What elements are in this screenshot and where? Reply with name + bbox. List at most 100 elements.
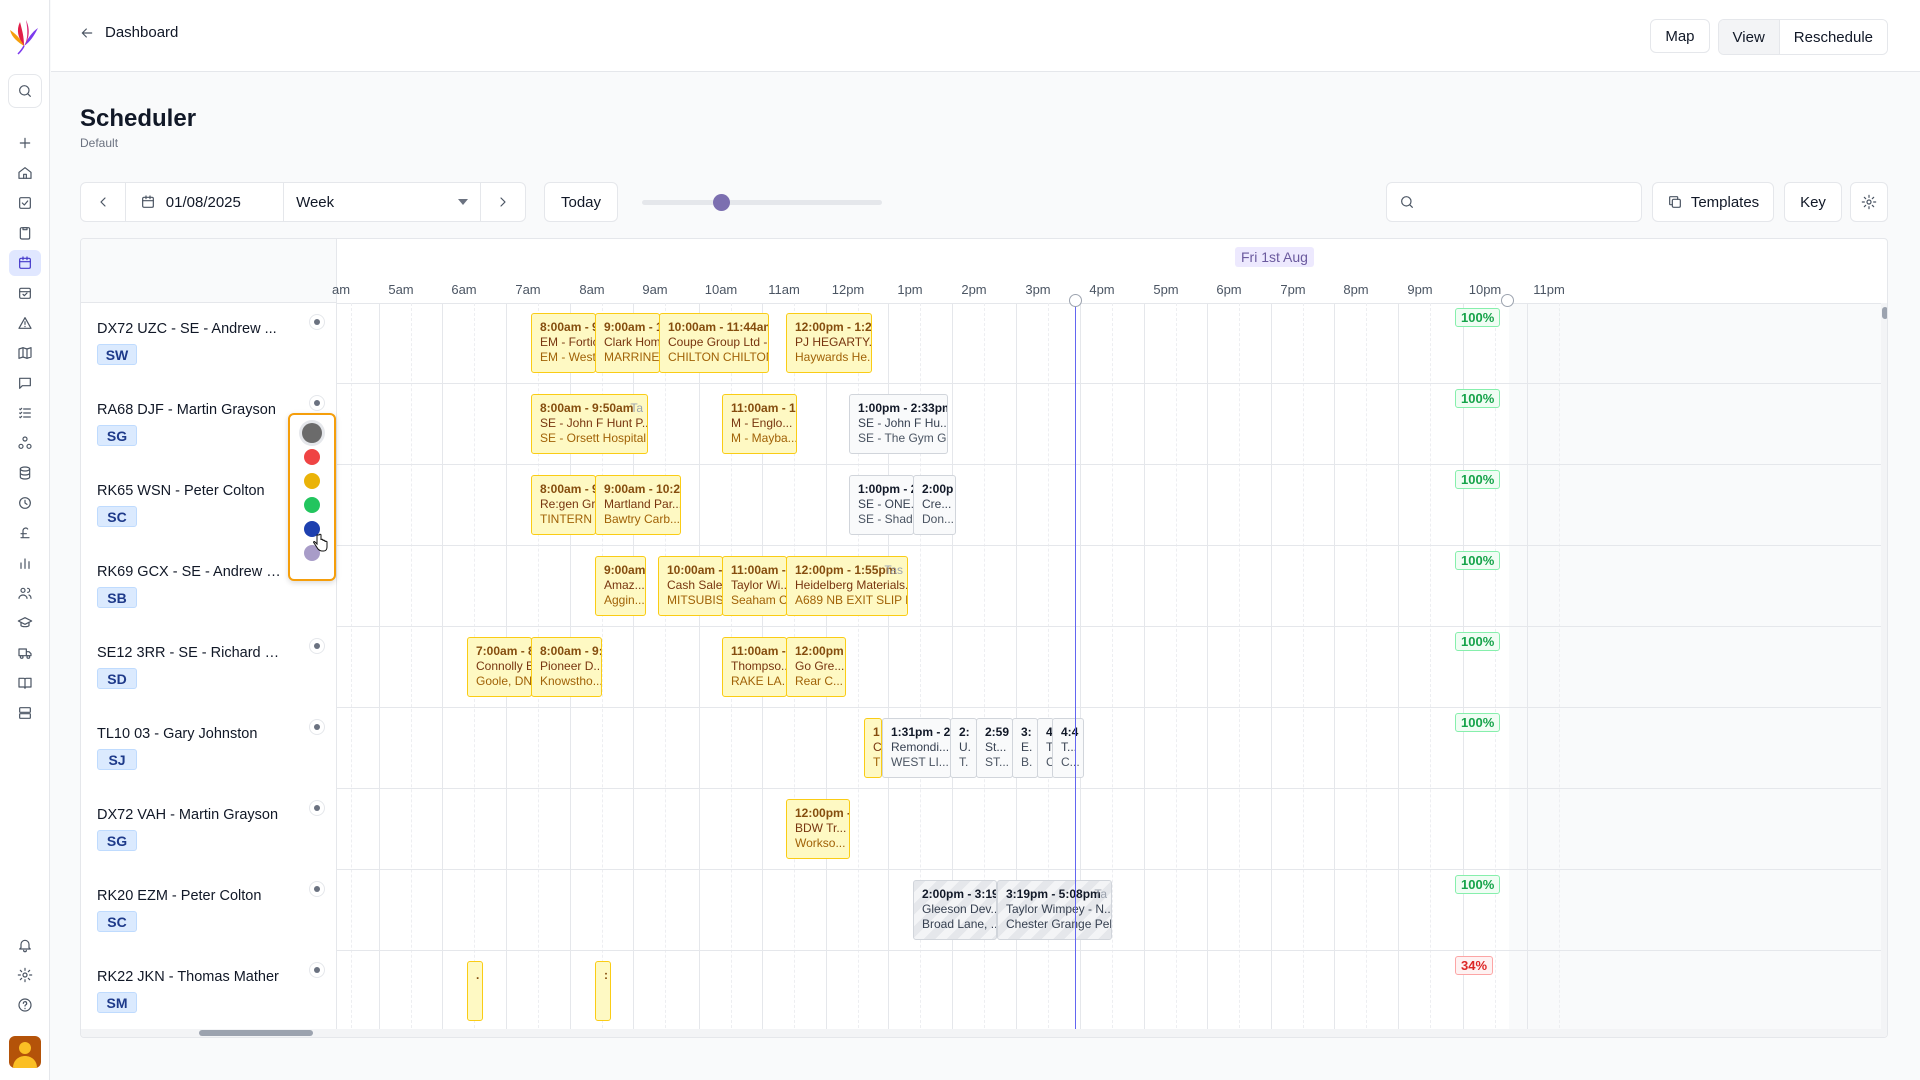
resource-row: DX72 VAH - Martin Grayson SG 12:00pm - BDW … bbox=[81, 789, 1887, 870]
date-picker[interactable]: 01/08/2025 bbox=[124, 183, 285, 221]
rail-messages[interactable] bbox=[0, 368, 50, 398]
vertical-scrollbar[interactable] bbox=[1881, 303, 1887, 1037]
job-event[interactable]: 10:00am - 11:44am Coupe Group Ltd -... CHI… bbox=[659, 313, 769, 373]
job-event[interactable]: 1:00pm - 2:0SE - ONE...SE - Shad... bbox=[849, 475, 914, 535]
job-event[interactable]: 9:00am - 10Clark HomeMARRINERS bbox=[595, 313, 660, 373]
vertical-scroll-thumb[interactable] bbox=[1882, 307, 1887, 319]
job-event[interactable]: 12:00pm - 1:21 PJ HEGARTY... Haywards He..… bbox=[786, 313, 872, 373]
zoom-slider[interactable] bbox=[642, 194, 882, 211]
job-event[interactable]: 8:00am - 9:50am SE - John F Hunt P... SE -… bbox=[531, 394, 648, 454]
color-swatch[interactable] bbox=[304, 473, 320, 489]
rail-history[interactable] bbox=[0, 488, 50, 518]
job-time: 11:00am - 12 bbox=[731, 563, 786, 577]
rail-calendar-check[interactable] bbox=[0, 278, 50, 308]
job-event[interactable]: 11:00am - 12 M - Englo... M - Mayba... bbox=[722, 394, 797, 454]
job-client: Cash Sale ... bbox=[667, 578, 723, 592]
color-dot-button[interactable] bbox=[309, 719, 325, 735]
horizontal-scrollbar[interactable] bbox=[81, 1029, 1881, 1037]
job-event[interactable]: 1:00pm - 2:33pm SE - John F Hu... SE - The… bbox=[849, 394, 948, 454]
scheduler-settings-button[interactable] bbox=[1850, 182, 1888, 222]
rail-finance[interactable] bbox=[0, 518, 50, 548]
back-link[interactable]: Dashboard bbox=[79, 24, 178, 41]
color-swatch[interactable] bbox=[304, 449, 320, 465]
prev-button[interactable] bbox=[81, 183, 125, 221]
map-button[interactable]: Map bbox=[1650, 19, 1710, 53]
job-client: T... bbox=[1046, 740, 1053, 754]
rail-scheduler[interactable] bbox=[0, 248, 50, 278]
search-input[interactable] bbox=[1425, 194, 1625, 210]
rail-clipboard[interactable] bbox=[0, 218, 50, 248]
reschedule-button[interactable]: Reschedule bbox=[1778, 20, 1887, 54]
job-event[interactable]: 9:00am Amaz... Aggin... bbox=[595, 556, 646, 616]
rail-home[interactable] bbox=[0, 158, 50, 188]
key-button[interactable]: Key bbox=[1784, 182, 1842, 222]
job-event[interactable]: . bbox=[467, 961, 483, 1021]
templates-button[interactable]: Templates bbox=[1652, 182, 1774, 222]
rail-users[interactable] bbox=[0, 578, 50, 608]
job-event[interactable]: 9:00am - 10:21 Martland Par... Bawtry Carb… bbox=[595, 475, 681, 535]
zoom-slider-thumb[interactable] bbox=[713, 194, 731, 211]
rail-reports[interactable] bbox=[0, 548, 50, 578]
color-dot-button[interactable] bbox=[309, 800, 325, 816]
job-event[interactable]: 4:4 T... C... bbox=[1052, 718, 1084, 778]
color-dot-button[interactable] bbox=[309, 395, 325, 411]
job-event[interactable]: 12:00pm Go Gre... Rear C... bbox=[786, 637, 846, 697]
job-event[interactable]: 8:00am - 9:Re:gen GrouTINTERN RC bbox=[531, 475, 596, 535]
resource-label[interactable]: DX72 VAH - Martin Grayson SG bbox=[81, 789, 337, 870]
rail-docs[interactable] bbox=[0, 668, 50, 698]
color-dot-button[interactable] bbox=[309, 314, 325, 330]
color-dot-button[interactable] bbox=[309, 881, 325, 897]
rail-database[interactable] bbox=[0, 458, 50, 488]
job-event[interactable]: 3: E. B. bbox=[1012, 718, 1038, 778]
job-event[interactable]: 11:00am - 1:Thompso...RAKE LA... bbox=[722, 637, 787, 697]
next-button[interactable] bbox=[481, 183, 525, 221]
job-event[interactable]: 2:00p Cre... Don... bbox=[913, 475, 956, 535]
job-event[interactable]: 1CT bbox=[864, 718, 882, 778]
rail-help[interactable] bbox=[0, 990, 50, 1020]
rail-settings[interactable] bbox=[0, 960, 50, 990]
job-event[interactable]: 8:00am - 9:EM - ForticrEM - West A bbox=[531, 313, 596, 373]
view-button[interactable]: View bbox=[1718, 20, 1779, 54]
utilisation-badge: 100% bbox=[1455, 875, 1501, 894]
job-event[interactable]: 8:00am - 9: Pioneer D... Knowstho... bbox=[531, 637, 602, 697]
rail-add[interactable] bbox=[0, 128, 50, 158]
job-event[interactable]: 11:00am - 12Taylor Wi...Seaham C... bbox=[722, 556, 787, 616]
hand-cursor-icon bbox=[313, 533, 328, 552]
rail-list[interactable] bbox=[0, 398, 50, 428]
range-select[interactable]: Week bbox=[284, 183, 482, 221]
color-dot-button[interactable] bbox=[309, 962, 325, 978]
resource-label[interactable]: TL10 03 - Gary Johnston SJ bbox=[81, 708, 337, 789]
job-event[interactable]: 7:00am - 8:Connolly BrGoole, DN14 bbox=[467, 637, 532, 697]
today-button[interactable]: Today bbox=[544, 182, 618, 222]
resource-label[interactable]: DX72 UZC - SE - Andrew ... SW bbox=[81, 303, 337, 384]
resource-label[interactable]: RK20 EZM - Peter Colton SC bbox=[81, 870, 337, 951]
job-client: Go Gre... bbox=[795, 659, 845, 673]
rail-search-button[interactable] bbox=[8, 74, 42, 108]
job-event[interactable]: 12:00pm - 1:55pm Heidelberg Materials... A… bbox=[786, 556, 908, 616]
job-event[interactable]: 12:00pm - BDW Tr... Workso... bbox=[786, 799, 850, 859]
rail-alerts[interactable] bbox=[0, 308, 50, 338]
color-swatch[interactable] bbox=[304, 497, 320, 513]
job-event[interactable]: 1:31pm - 2: Remondi... WEST LI... bbox=[882, 718, 951, 778]
rail-tasks[interactable] bbox=[0, 188, 50, 218]
rail-network[interactable] bbox=[0, 428, 50, 458]
color-dot-button[interactable] bbox=[309, 638, 325, 654]
job-event[interactable]: 2: U. T. bbox=[950, 718, 977, 778]
job-client: Pioneer D... bbox=[540, 659, 602, 673]
rail-map[interactable] bbox=[0, 338, 50, 368]
color-swatch[interactable] bbox=[302, 423, 322, 443]
resource-label[interactable]: SE12 3RR - SE - Richard D... SD bbox=[81, 627, 337, 708]
rail-vehicles[interactable] bbox=[0, 638, 50, 668]
job-event[interactable]: 2:59 St... ST... bbox=[976, 718, 1013, 778]
job-event[interactable]: 2:00pm - 3:19 Gleeson Dev... Broad Lane, .… bbox=[913, 880, 997, 940]
rail-notifications[interactable] bbox=[0, 930, 50, 960]
job-event[interactable]: 10:00am - 11Cash Sale ...MITSUBIS... bbox=[658, 556, 723, 616]
rail-servers[interactable] bbox=[0, 698, 50, 728]
resource-label[interactable]: RK22 JKN - Thomas Mather SM bbox=[81, 951, 337, 1032]
avatar[interactable] bbox=[9, 1036, 41, 1068]
job-event[interactable]: 3:19pm - 5:08pm Taylor Wimpey - N... Chest… bbox=[997, 880, 1112, 940]
horizontal-scroll-thumb[interactable] bbox=[199, 1030, 313, 1036]
job-event[interactable]: : bbox=[595, 961, 611, 1021]
back-label: Dashboard bbox=[105, 24, 179, 41]
rail-training[interactable] bbox=[0, 608, 50, 638]
